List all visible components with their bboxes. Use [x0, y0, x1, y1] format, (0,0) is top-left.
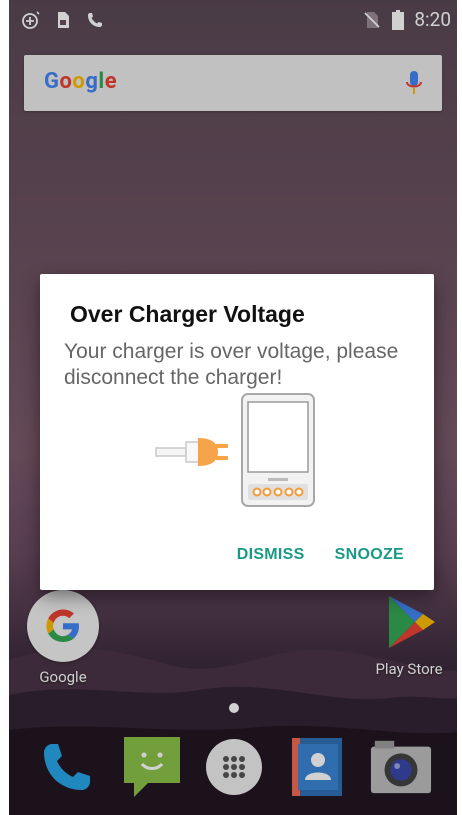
- dialog-message: Your charger is over voltage, please dis…: [64, 340, 399, 389]
- dismiss-button[interactable]: DISMISS: [237, 546, 305, 564]
- over-voltage-dialog: Over Charger Voltage Your charger is ove…: [40, 274, 434, 590]
- dialog-title: Over Charger Voltage: [70, 301, 305, 327]
- snooze-button[interactable]: SNOOZE: [335, 546, 404, 564]
- dialog-actions: DISMISS SNOOZE: [237, 546, 404, 564]
- charger-plug-phone-icon: [155, 393, 315, 507]
- phone-screen: 8:20 Google Google Play Store Over Charg…: [9, 0, 457, 815]
